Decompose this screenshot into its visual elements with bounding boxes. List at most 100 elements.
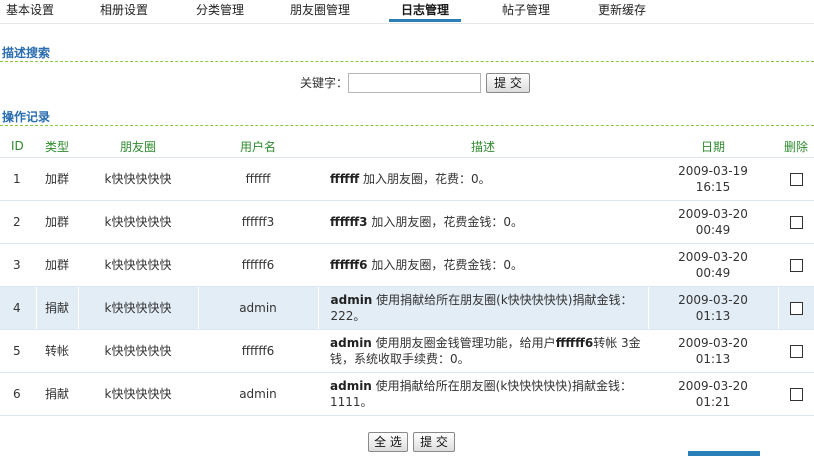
- row-username: ffffff: [198, 157, 318, 201]
- row-type: 转帐: [36, 329, 78, 373]
- delete-checkbox[interactable]: [789, 301, 803, 315]
- delete-checkbox[interactable]: [789, 258, 803, 272]
- row-id: 2: [0, 200, 36, 244]
- column-header-circle: 朋友圈: [78, 136, 198, 158]
- keyword-input[interactable]: [348, 73, 481, 93]
- desc-text: 使用朋友圈金钱管理功能，给用户: [371, 335, 556, 350]
- row-type: 捐献: [35, 286, 78, 330]
- row-circle: k快快快快快: [78, 200, 198, 244]
- tab-album-settings[interactable]: 相册设置: [100, 0, 148, 24]
- row-date: 2009-03-20 01:13: [647, 286, 778, 330]
- footer-submit-button[interactable]: 提 交: [413, 432, 455, 452]
- row-circle: k快快快快快: [78, 329, 198, 373]
- select-all-button[interactable]: 全 选: [368, 432, 408, 452]
- search-row: 关键字： 提 交: [0, 71, 814, 95]
- row-date-time: 01:13: [695, 308, 731, 323]
- horizontal-scrollbar[interactable]: [688, 451, 760, 456]
- row-description: admin 使用捐献给所在朋友圈(k快快快快快)捐献金钱：222。: [317, 286, 648, 330]
- search-submit-button[interactable]: 提 交: [486, 73, 530, 93]
- row-delete-cell: [778, 200, 814, 244]
- row-date-time: 16:15: [695, 179, 731, 194]
- row-type: 加群: [36, 200, 78, 244]
- row-date-time: 01:13: [695, 351, 731, 366]
- row-date-time: 00:49: [695, 265, 731, 280]
- delete-checkbox[interactable]: [789, 215, 803, 229]
- row-circle: k快快快快快: [77, 286, 198, 330]
- row-date: 2009-03-20 01:21: [648, 372, 778, 416]
- log-section-title: 操作记录: [0, 108, 814, 126]
- desc-text: 加入朋友圈，花费金钱：0。: [367, 257, 523, 272]
- keyword-label: 关键字：: [300, 76, 349, 90]
- row-date-day: 2009-03-20: [678, 292, 748, 307]
- row-username: ffffff6: [198, 243, 318, 287]
- row-date-day: 2009-03-20: [678, 249, 748, 264]
- row-username: ffffff6: [198, 329, 318, 373]
- row-type: 捐献: [36, 372, 78, 416]
- desc-username: admin: [330, 292, 373, 307]
- table-row: 3 加群 k快快快快快 ffffff6 ffffff6 加入朋友圈，花费金钱：0…: [0, 243, 814, 287]
- row-date-day: 2009-03-19: [678, 163, 748, 178]
- delete-checkbox[interactable]: [789, 344, 803, 358]
- row-circle: k快快快快快: [78, 372, 198, 416]
- tab-log-management[interactable]: 日志管理: [388, 0, 462, 24]
- row-date-day: 2009-03-20: [678, 206, 748, 221]
- row-date: 2009-03-20 01:13: [648, 329, 778, 373]
- column-header-description: 描述: [318, 136, 648, 158]
- row-id: 4: [0, 286, 36, 330]
- row-type: 加群: [36, 157, 78, 201]
- row-date: 2009-03-20 00:49: [648, 200, 778, 244]
- row-description: admin 使用朋友圈金钱管理功能，给用户ffffff6转帐 3金钱，系统收取手…: [318, 329, 648, 373]
- column-header-delete: 删除: [778, 136, 814, 158]
- row-delete-cell: [778, 157, 814, 201]
- row-id: 3: [0, 243, 36, 287]
- table-row-highlighted: 4 捐献 k快快快快快 admin admin 使用捐献给所在朋友圈(k快快快快…: [0, 286, 814, 330]
- row-circle: k快快快快快: [78, 157, 198, 201]
- desc-username: ffffff: [330, 171, 360, 186]
- row-username: admin: [198, 372, 318, 416]
- row-delete-cell: [778, 243, 814, 287]
- tab-category-management[interactable]: 分类管理: [196, 0, 244, 24]
- row-id: 5: [0, 329, 36, 373]
- table-row: 5 转帐 k快快快快快 ffffff6 admin 使用朋友圈金钱管理功能，给用…: [0, 329, 814, 373]
- desc-username: admin: [330, 378, 372, 393]
- table-row: 6 捐献 k快快快快快 admin admin 使用捐献给所在朋友圈(k快快快快…: [0, 372, 814, 416]
- log-table: ID 类型 朋友圈 用户名 描述 日期 删除 1 加群 k快快快快快 fffff…: [0, 136, 814, 416]
- row-date-day: 2009-03-20: [678, 378, 748, 393]
- row-description: admin 使用捐献给所在朋友圈(k快快快快快)捐献金钱：1111。: [318, 372, 648, 416]
- row-delete-cell: [778, 372, 814, 416]
- row-username: ffffff3: [198, 200, 318, 244]
- delete-checkbox[interactable]: [789, 387, 803, 401]
- delete-checkbox[interactable]: [789, 172, 803, 186]
- row-id: 6: [0, 372, 36, 416]
- desc-username: admin: [330, 335, 372, 350]
- tab-post-management[interactable]: 帖子管理: [502, 0, 550, 24]
- table-row: 2 加群 k快快快快快 ffffff3 ffffff3 加入朋友圈，花费金钱：0…: [0, 200, 814, 244]
- column-header-date: 日期: [648, 136, 778, 158]
- row-description: ffffff3 加入朋友圈，花费金钱：0。: [318, 200, 648, 244]
- top-nav: 基本设置 相册设置 分类管理 朋友圈管理 日志管理 帖子管理 更新缓存: [0, 0, 814, 24]
- table-row: 1 加群 k快快快快快 ffffff ffffff 加入朋友圈，花费：0。 20…: [0, 157, 814, 201]
- desc-text: 加入朋友圈，花费：0。: [359, 171, 491, 186]
- row-delete-cell: [777, 286, 814, 330]
- desc-text: 使用捐献给所在朋友圈(k快快快快快)捐献金钱：1111。: [330, 378, 632, 409]
- desc-text: 使用捐献给所在朋友圈(k快快快快快)捐献金钱：222。: [330, 292, 633, 323]
- row-date-day: 2009-03-20: [678, 335, 748, 350]
- row-circle: k快快快快快: [78, 243, 198, 287]
- search-section-title: 描述搜索: [0, 44, 814, 62]
- table-header-row: ID 类型 朋友圈 用户名 描述 日期 删除: [0, 136, 814, 158]
- tab-basic-settings[interactable]: 基本设置: [6, 0, 54, 24]
- row-description: ffffff6 加入朋友圈，花费金钱：0。: [318, 243, 648, 287]
- tab-update-cache[interactable]: 更新缓存: [598, 0, 646, 24]
- desc-text: 加入朋友圈，花费金钱：0。: [367, 214, 523, 229]
- row-delete-cell: [778, 329, 814, 373]
- desc-username: ffffff3: [330, 214, 368, 229]
- row-date: 2009-03-20 00:49: [648, 243, 778, 287]
- desc-username: ffffff6: [330, 257, 368, 272]
- column-header-type: 类型: [36, 136, 78, 158]
- row-date-time: 00:49: [695, 222, 731, 237]
- row-id: 1: [0, 157, 36, 201]
- column-header-id: ID: [0, 136, 36, 158]
- row-type: 加群: [36, 243, 78, 287]
- column-header-username: 用户名: [198, 136, 318, 158]
- tab-circle-management[interactable]: 朋友圈管理: [290, 0, 350, 24]
